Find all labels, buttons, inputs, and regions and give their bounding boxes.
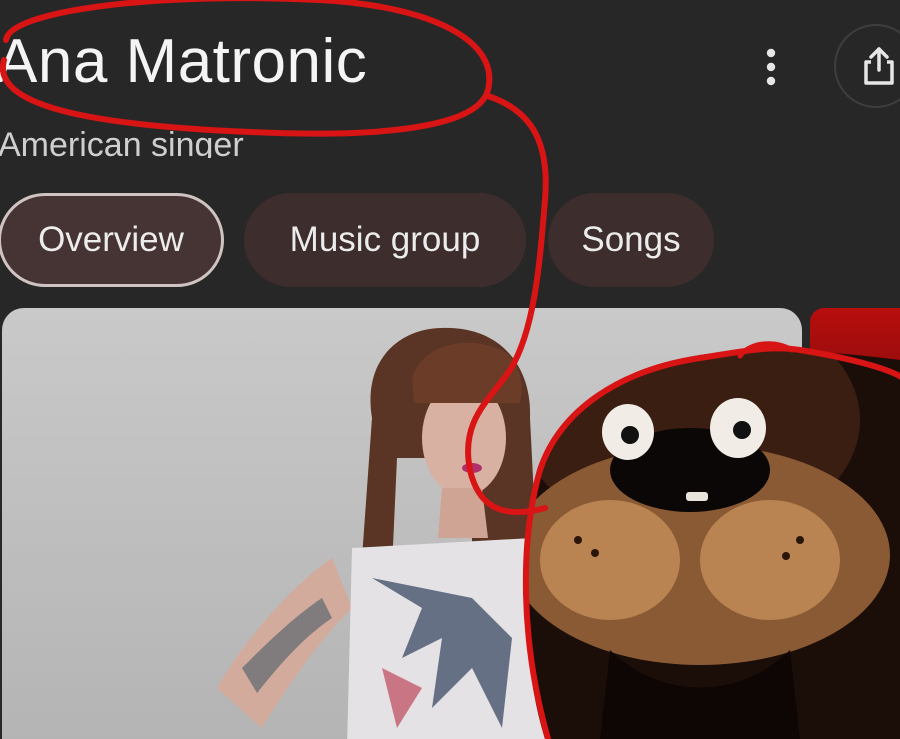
tab-songs[interactable]: Songs (548, 193, 714, 287)
page-title: Ana Matronic (0, 27, 368, 96)
knowledge-panel: Ana Matronic American singer Overview Mu… (0, 0, 900, 739)
secondary-photo[interactable] (810, 308, 900, 739)
share-icon (864, 47, 894, 85)
share-button[interactable] (834, 24, 900, 108)
more-vert-icon (766, 48, 776, 86)
tab-overview[interactable]: Overview (0, 193, 224, 287)
entity-photo[interactable] (2, 308, 802, 739)
tab-music-group[interactable]: Music group (244, 193, 526, 287)
entity-subtitle: American singer (0, 126, 244, 158)
more-options-button[interactable] (748, 44, 794, 90)
